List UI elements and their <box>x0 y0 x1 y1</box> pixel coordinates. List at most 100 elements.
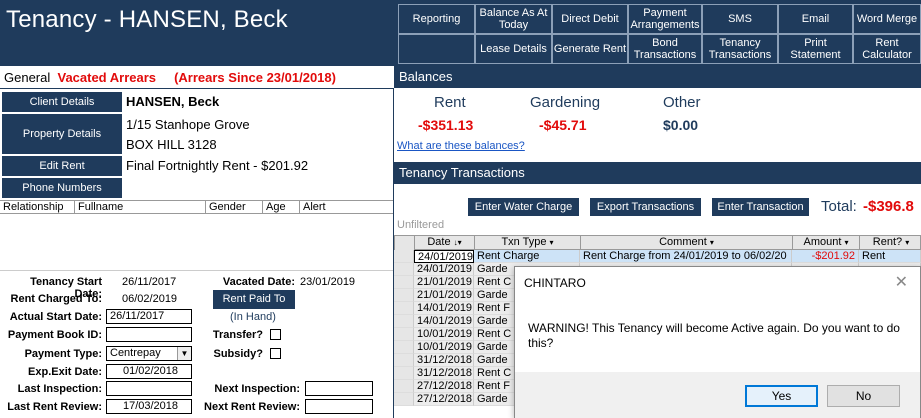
col-relationship[interactable]: Relationship <box>0 201 75 214</box>
row-selector[interactable] <box>394 263 414 276</box>
cell-date[interactable]: 31/12/2018 <box>414 367 474 380</box>
enter-transaction-button[interactable]: Enter Transaction <box>712 198 809 216</box>
cell-date[interactable]: 10/01/2019 <box>414 328 474 341</box>
row-selector[interactable] <box>394 354 414 367</box>
transactions-grid-header: Date ↓▾ Txn Type ▾ Comment ▾ Amount ▾ Re… <box>394 235 921 250</box>
table-row[interactable]: 24/01/2019 Rent Charge Rent Charge from 24… <box>394 250 921 263</box>
cell-date[interactable]: 14/01/2019 <box>414 315 474 328</box>
last-inspection-label: Last Inspection: <box>17 383 102 395</box>
row-selector[interactable] <box>394 380 414 393</box>
phone-numbers-button[interactable]: Phone Numbers <box>2 178 122 198</box>
col-rent[interactable]: Rent? ▾ <box>860 236 921 250</box>
total-label: Total: <box>821 198 857 215</box>
transfer-checkbox[interactable] <box>270 329 281 340</box>
chevron-down-icon[interactable]: ▼ <box>177 347 191 360</box>
row-selector[interactable] <box>394 250 414 263</box>
row-selector[interactable] <box>394 328 414 341</box>
cell-date[interactable]: 31/12/2018 <box>414 354 474 367</box>
generate-rent-button[interactable]: Generate Rent <box>552 34 628 64</box>
row-selector[interactable] <box>394 302 414 315</box>
occupants-grid-header: Relationship Fullname Gender Age Alert <box>0 200 393 214</box>
lease-details-button[interactable]: Lease Details <box>475 34 552 64</box>
reporting-button[interactable]: Reporting <box>398 4 475 34</box>
payment-book-field[interactable] <box>106 327 192 342</box>
yes-button[interactable]: Yes <box>745 385 818 407</box>
property-details-button[interactable]: Property Details <box>2 114 122 154</box>
tenancy-transactions-button[interactable]: Tenancy Transactions <box>702 34 778 64</box>
sort-icon: ↓▾ <box>453 238 462 247</box>
col-comment-label: Comment <box>659 236 707 248</box>
exit-date-field[interactable]: 01/02/2018 <box>106 364 192 379</box>
col-comment[interactable]: Comment ▾ <box>581 236 793 250</box>
cell-date[interactable]: 24/01/2019 <box>414 250 474 263</box>
cell-type[interactable]: Rent Charge <box>474 250 580 263</box>
cell-date[interactable]: 27/12/2018 <box>414 380 474 393</box>
filter-status: Unfiltered <box>397 219 445 231</box>
payment-arrangements-button[interactable]: Payment Arrangements <box>628 4 702 34</box>
cell-date[interactable]: 24/01/2019 <box>414 263 474 276</box>
rent-description: Final Fortnightly Rent - $201.92 <box>126 158 309 173</box>
rent-charged-label: Rent Charged To: <box>10 293 102 305</box>
next-inspection-label: Next Inspection: <box>214 383 300 395</box>
row-selector[interactable] <box>394 367 414 380</box>
sms-button[interactable]: SMS <box>702 4 778 34</box>
rent-paid-to-button[interactable]: Rent Paid To <box>213 290 295 309</box>
chevron-down-icon: ▾ <box>709 238 714 247</box>
balance-other-amount: $0.00 <box>663 117 699 133</box>
last-review-label: Last Rent Review: <box>7 401 102 413</box>
subsidy-label: Subsidy? <box>213 348 263 360</box>
no-button[interactable]: No <box>827 385 900 407</box>
balance-gardening-amount: -$45.71 <box>539 117 587 133</box>
col-alert[interactable]: Alert <box>300 201 393 214</box>
rent-calculator-button[interactable]: Rent Calculator <box>853 34 921 64</box>
enter-water-charge-button[interactable]: Enter Water Charge <box>468 198 579 216</box>
email-button[interactable]: Email <box>778 4 853 34</box>
cell-amount[interactable]: -$201.92 <box>792 250 859 263</box>
last-review-field[interactable]: 17/03/2018 <box>106 399 192 414</box>
row-selector[interactable] <box>394 315 414 328</box>
total-amount: -$396.8 <box>863 198 914 215</box>
cell-date[interactable]: 10/01/2019 <box>414 341 474 354</box>
balances-help-link[interactable]: What are these balances? <box>397 140 525 152</box>
col-fullname[interactable]: Fullname <box>75 201 206 214</box>
col-txn-type[interactable]: Txn Type ▾ <box>475 236 581 250</box>
col-gender[interactable]: Gender <box>206 201 263 214</box>
payment-type-select[interactable]: Centrepay ▼ <box>106 346 192 361</box>
close-icon[interactable]: ✕ <box>895 272 908 292</box>
cell-date[interactable]: 14/01/2019 <box>414 302 474 315</box>
export-transactions-button[interactable]: Export Transactions <box>590 198 701 216</box>
edit-rent-button[interactable]: Edit Rent <box>2 156 122 176</box>
address-line-2: BOX HILL 3128 <box>126 137 217 152</box>
cell-comment[interactable]: Rent Charge from 24/01/2019 to 06/02/20 <box>580 250 792 263</box>
row-selector[interactable] <box>394 393 414 406</box>
cell-date[interactable]: 27/12/2018 <box>414 393 474 406</box>
col-amount-label: Amount <box>803 236 842 248</box>
next-inspection-field[interactable] <box>305 381 373 396</box>
cell-rent[interactable]: Rent <box>859 250 921 263</box>
cell-date[interactable]: 21/01/2019 <box>414 276 474 289</box>
next-review-label: Next Rent Review: <box>204 401 300 413</box>
actual-start-field[interactable]: 26/11/2017 <box>106 309 192 324</box>
balance-as-at-today-button[interactable]: Balance As At Today <box>475 4 552 34</box>
direct-debit-button[interactable]: Direct Debit <box>552 4 628 34</box>
col-amount[interactable]: Amount ▾ <box>793 236 860 250</box>
next-review-field[interactable] <box>305 399 373 414</box>
divider <box>0 88 393 89</box>
balance-gardening-label: Gardening <box>530 94 601 111</box>
print-statement-button[interactable]: Print Statement <box>778 34 853 64</box>
row-selector[interactable] <box>394 289 414 302</box>
cell-date[interactable]: 21/01/2019 <box>414 289 474 302</box>
col-date[interactable]: Date ↓▾ <box>415 236 475 250</box>
bond-transactions-button[interactable]: Bond Transactions <box>628 34 702 64</box>
word-merge-button[interactable]: Word Merge <box>853 4 921 34</box>
row-selector[interactable] <box>394 341 414 354</box>
col-age[interactable]: Age <box>263 201 300 214</box>
client-details-button[interactable]: Client Details <box>2 92 122 112</box>
row-selector[interactable] <box>394 276 414 289</box>
chevron-down-icon: ▾ <box>549 238 554 247</box>
in-hand-text: (In Hand) <box>230 311 276 323</box>
general-status: General Vacated Arrears (Arrears Since 2… <box>4 70 336 85</box>
subsidy-checkbox[interactable] <box>270 348 281 359</box>
arrears-since: (Arrears Since 23/01/2018) <box>174 70 336 85</box>
last-inspection-field[interactable] <box>106 381 192 396</box>
